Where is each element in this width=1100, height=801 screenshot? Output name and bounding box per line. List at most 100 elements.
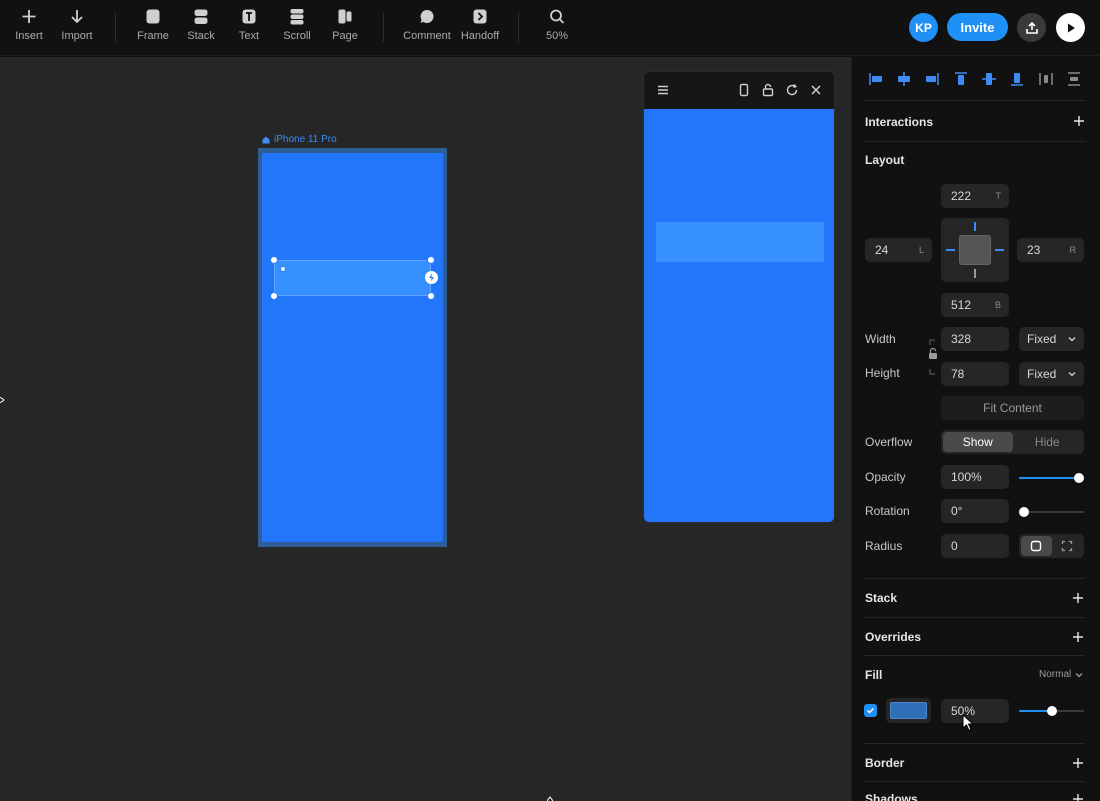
bolt-icon bbox=[429, 273, 434, 282]
properties-panel: Interactions Layout bbox=[851, 57, 1100, 801]
chevron-down-icon bbox=[1075, 672, 1083, 677]
opacity-slider[interactable] bbox=[1019, 472, 1084, 484]
overflow-show-option[interactable]: Show bbox=[943, 432, 1013, 452]
fit-content-button[interactable]: Fit Content bbox=[941, 396, 1084, 420]
section-divider bbox=[865, 141, 1086, 142]
handoff-button[interactable]: Handoff bbox=[450, 8, 510, 42]
blend-mode-select[interactable]: Normal bbox=[1039, 669, 1083, 680]
preview-play-button[interactable] bbox=[1056, 13, 1085, 42]
toolbar-divider bbox=[518, 12, 519, 42]
plus-icon bbox=[1073, 632, 1083, 642]
preview-rectangle bbox=[656, 222, 824, 262]
width-mode-select[interactable]: Fixed bbox=[1019, 327, 1084, 351]
width-field[interactable]: 328 bbox=[941, 327, 1009, 351]
opacity-field[interactable]: 100% bbox=[941, 465, 1009, 489]
radius-uniform-option[interactable] bbox=[1021, 536, 1052, 556]
align-center-vertical-icon[interactable] bbox=[981, 71, 997, 87]
iphone-frame[interactable] bbox=[258, 148, 447, 547]
avatar[interactable]: KP bbox=[909, 13, 938, 42]
resize-handle-top-left[interactable] bbox=[270, 256, 278, 264]
align-right-icon[interactable] bbox=[924, 71, 940, 87]
height-value: 78 bbox=[951, 367, 965, 381]
align-top-icon[interactable] bbox=[953, 71, 969, 87]
rotation-slider[interactable] bbox=[1019, 506, 1084, 518]
position-left-field[interactable]: 24 L bbox=[865, 238, 932, 262]
radius-handle[interactable] bbox=[280, 266, 286, 272]
blend-mode-value: Normal bbox=[1039, 669, 1072, 680]
canvas-edge-bottom-marker bbox=[547, 796, 553, 801]
preview-screen[interactable] bbox=[644, 109, 834, 522]
radius-mode-toggle bbox=[1019, 534, 1084, 558]
add-interaction-button[interactable] bbox=[1072, 115, 1086, 129]
interaction-bolt-button[interactable] bbox=[425, 271, 438, 284]
scroll-icon bbox=[290, 9, 304, 25]
constraints-widget[interactable] bbox=[941, 218, 1009, 282]
position-right-field[interactable]: 23 R bbox=[1017, 238, 1084, 262]
distribute-vertical-icon[interactable] bbox=[1066, 71, 1082, 87]
publish-button[interactable] bbox=[1017, 13, 1046, 42]
refresh-icon[interactable] bbox=[785, 83, 799, 97]
fill-opacity-slider[interactable] bbox=[1019, 705, 1084, 717]
stack-title: Stack bbox=[865, 591, 898, 605]
aspect-lock-icon[interactable] bbox=[927, 335, 939, 379]
fill-color-picker[interactable] bbox=[886, 698, 931, 723]
device-screen[interactable] bbox=[262, 153, 443, 542]
zoom-level: 50% bbox=[545, 30, 569, 42]
fill-opacity-field[interactable]: 50% bbox=[941, 699, 1009, 723]
align-center-horizontal-icon[interactable] bbox=[896, 71, 912, 87]
shadows-title: Shadows bbox=[865, 792, 918, 801]
section-divider bbox=[864, 578, 1085, 579]
resize-handle-bottom-left[interactable] bbox=[270, 292, 278, 300]
rotation-slider-knob[interactable] bbox=[1019, 507, 1029, 517]
position-left-suffix: L bbox=[918, 245, 924, 255]
position-left-value: 24 bbox=[875, 243, 889, 257]
import-button[interactable]: Import bbox=[47, 8, 107, 42]
rotation-field[interactable]: 0° bbox=[941, 499, 1009, 523]
height-mode-value: Fixed bbox=[1027, 367, 1057, 381]
fill-opacity-slider-knob[interactable] bbox=[1047, 706, 1057, 716]
add-stack-button[interactable] bbox=[1071, 592, 1085, 606]
constraint-right-pin[interactable] bbox=[995, 249, 1004, 251]
constraint-left-pin[interactable] bbox=[946, 249, 955, 251]
opacity-value: 100% bbox=[951, 470, 982, 484]
fill-enabled-checkbox[interactable] bbox=[864, 704, 877, 717]
frame-title[interactable]: iPhone 11 Pro bbox=[262, 134, 337, 145]
constraint-top-pin[interactable] bbox=[974, 222, 976, 231]
resize-handle-top-right[interactable] bbox=[427, 256, 435, 264]
comment-label: Comment bbox=[403, 30, 451, 42]
chevron-down-icon bbox=[1068, 337, 1076, 342]
selected-rectangle[interactable] bbox=[274, 260, 431, 296]
add-border-button[interactable] bbox=[1071, 757, 1085, 771]
position-bottom-field[interactable]: 512 B bbox=[941, 293, 1009, 317]
device-icon[interactable] bbox=[737, 83, 751, 97]
zoom-button[interactable]: 50% bbox=[527, 8, 587, 42]
invite-button[interactable]: Invite bbox=[947, 13, 1008, 41]
radius-individual-option[interactable] bbox=[1052, 536, 1083, 556]
unlock-icon[interactable] bbox=[761, 83, 775, 97]
height-field[interactable]: 78 bbox=[941, 362, 1009, 386]
constraint-bottom-pin[interactable] bbox=[974, 269, 976, 278]
corners-icon bbox=[1061, 540, 1072, 552]
top-toolbar: Insert Import Frame Stack Text Scroll Pa… bbox=[0, 0, 1100, 56]
menu-icon[interactable] bbox=[656, 83, 670, 97]
fill-color-swatch bbox=[890, 702, 927, 719]
preview-window bbox=[643, 71, 835, 523]
page-tool-button[interactable]: Page bbox=[315, 8, 375, 42]
rotation-value: 0° bbox=[951, 504, 963, 518]
add-override-button[interactable] bbox=[1071, 631, 1085, 645]
comment-button[interactable]: Comment bbox=[397, 8, 457, 42]
resize-handle-bottom-right[interactable] bbox=[427, 292, 435, 300]
radius-value: 0 bbox=[951, 539, 958, 553]
height-mode-select[interactable]: Fixed bbox=[1019, 362, 1084, 386]
align-left-icon[interactable] bbox=[868, 71, 884, 87]
plus-icon bbox=[1073, 758, 1083, 768]
position-top-field[interactable]: 222 T bbox=[941, 184, 1009, 208]
overflow-hide-option[interactable]: Hide bbox=[1013, 432, 1083, 452]
opacity-slider-knob[interactable] bbox=[1074, 473, 1084, 483]
close-icon[interactable] bbox=[809, 83, 823, 97]
radius-field[interactable]: 0 bbox=[941, 534, 1009, 558]
distribute-horizontal-icon[interactable] bbox=[1038, 71, 1054, 87]
upload-icon bbox=[1025, 21, 1038, 34]
align-bottom-icon[interactable] bbox=[1009, 71, 1025, 87]
add-shadow-button[interactable] bbox=[1071, 793, 1085, 801]
